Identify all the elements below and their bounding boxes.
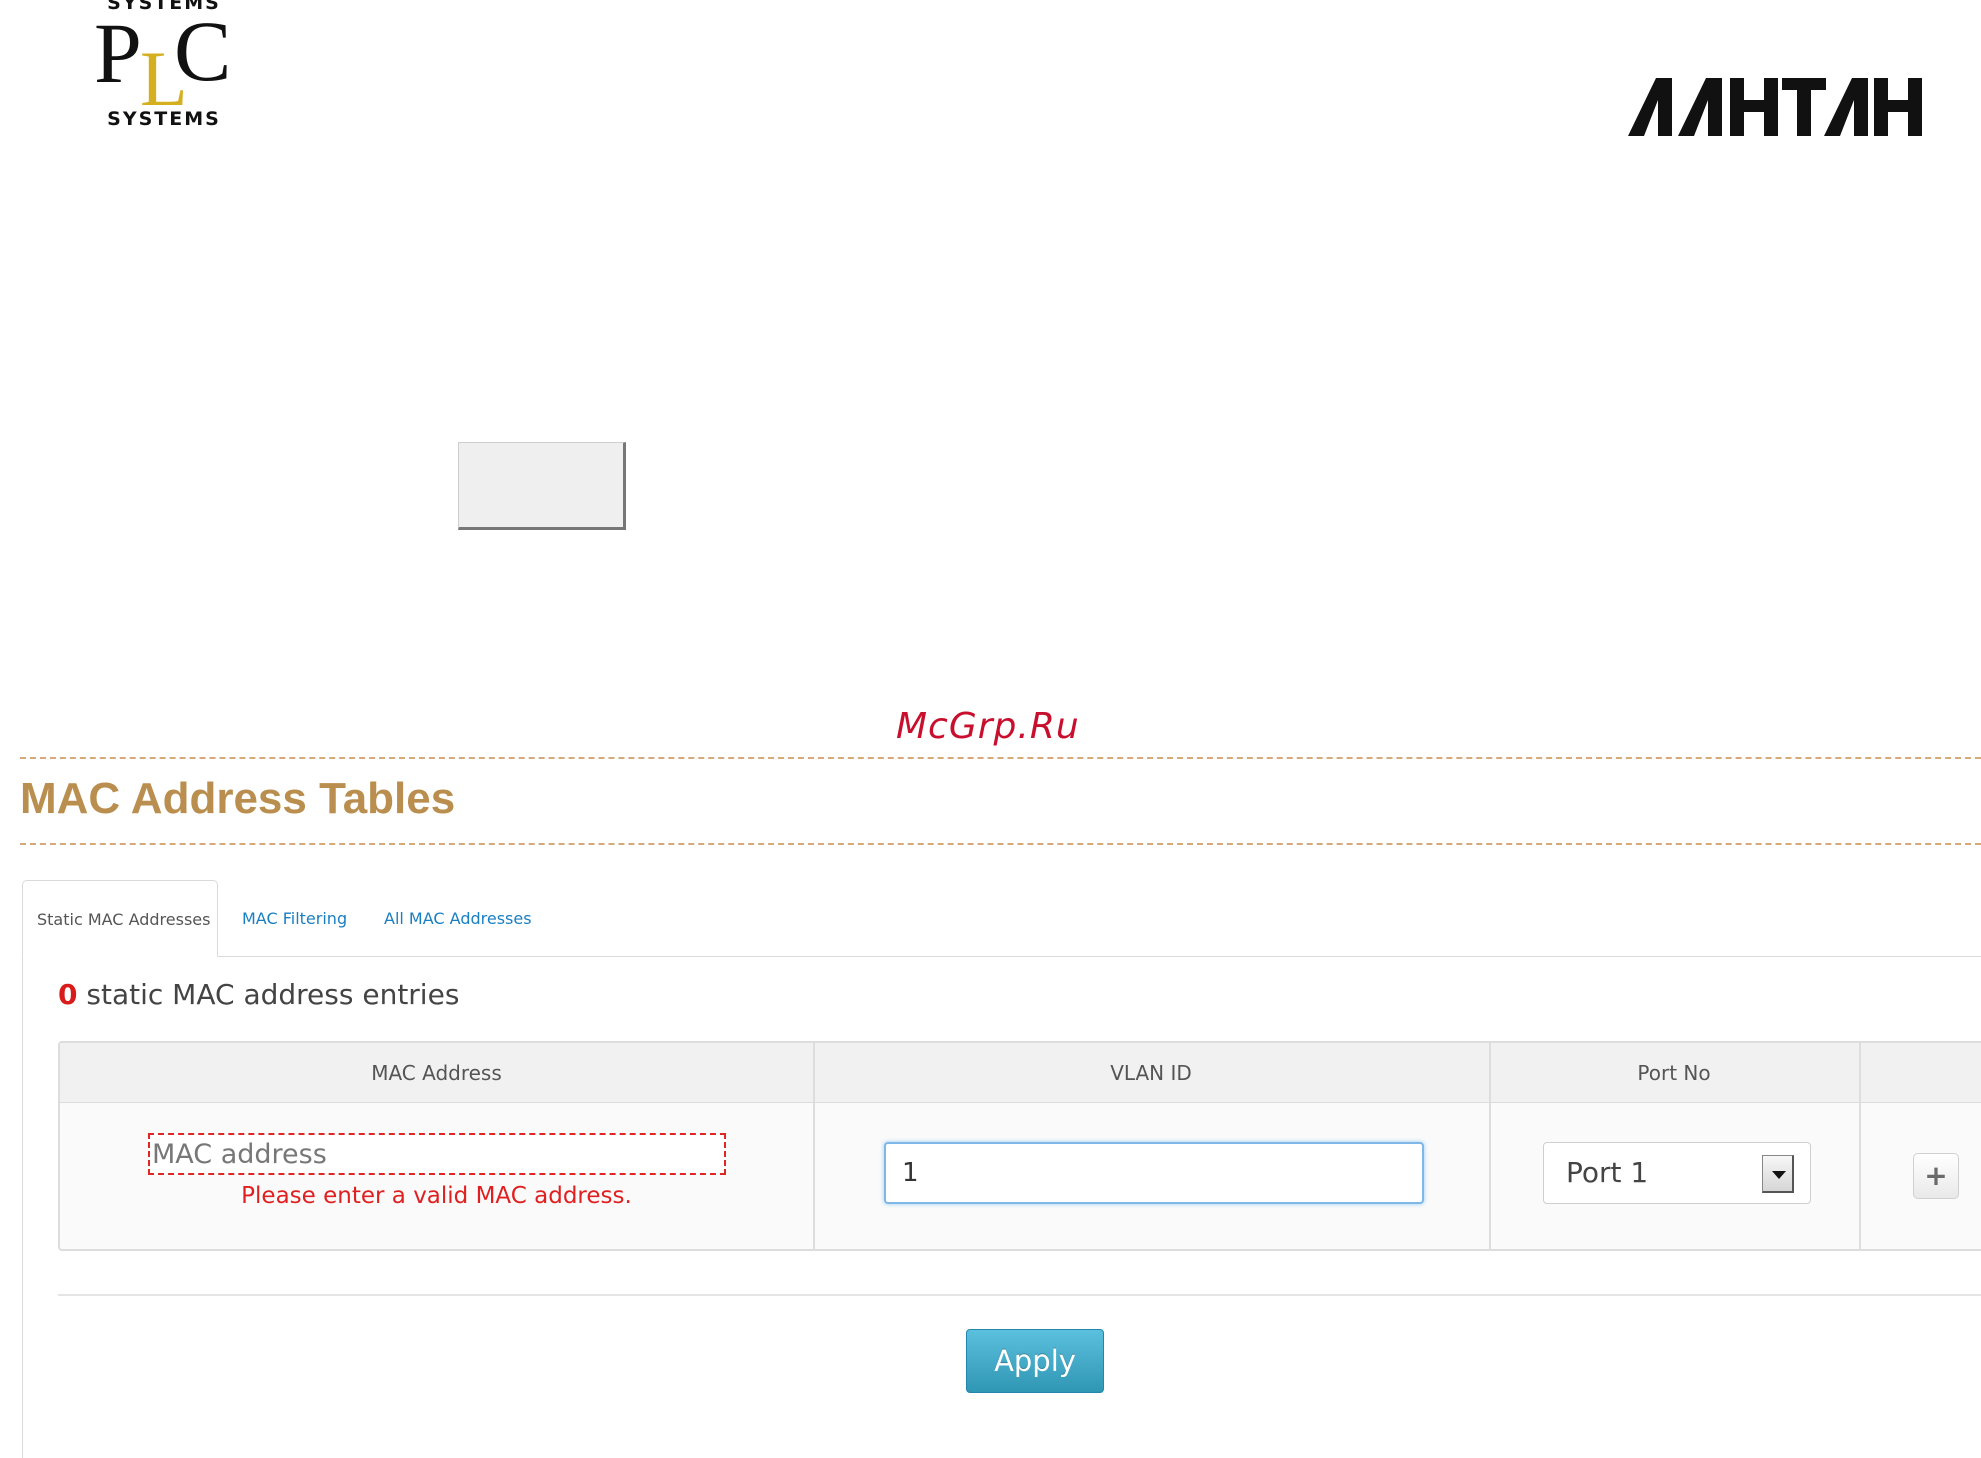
column-divider — [813, 1043, 815, 1251]
plc-systems-logo: SYSTEMS P L C SYSTEMS — [94, 0, 234, 138]
entries-summary-text: static MAC address entries — [86, 978, 460, 1011]
tab-static-mac-addresses[interactable]: Static MAC Addresses — [22, 880, 218, 957]
mac-address-error: Please enter a valid MAC address. — [241, 1183, 632, 1209]
page-title: MAC Address Tables — [20, 774, 456, 823]
vlan-id-input[interactable] — [884, 1142, 1424, 1204]
logo-letter-c: C — [174, 3, 232, 99]
tab-all-mac-addresses[interactable]: All MAC Addresses — [370, 880, 546, 957]
tab-mac-filtering[interactable]: MAC Filtering — [228, 880, 361, 957]
column-divider — [1489, 1043, 1491, 1251]
mac-address-input[interactable] — [148, 1133, 726, 1175]
add-entry-button[interactable]: + — [1913, 1153, 1959, 1199]
lantan-logo — [1628, 78, 1922, 136]
panel-border — [22, 956, 23, 1458]
logo-letter-p: P — [94, 5, 142, 101]
form-divider — [58, 1294, 1981, 1296]
column-divider — [1859, 1043, 1861, 1251]
heading-divider-top — [20, 757, 1981, 759]
table-header: MAC Address VLAN ID Port No — [60, 1043, 1981, 1103]
apply-button[interactable]: Apply — [966, 1329, 1104, 1393]
logo-bottom-text: SYSTEMS — [107, 108, 221, 130]
port-select-value: Port 1 — [1566, 1156, 1649, 1189]
watermark: McGrp.Ru — [896, 706, 1080, 747]
chevron-down-icon[interactable] — [1762, 1155, 1794, 1193]
header-port-no: Port No — [1637, 1061, 1711, 1085]
header-vlan-id: VLAN ID — [1110, 1061, 1192, 1085]
logo-letters: P L C — [94, 3, 234, 118]
entries-summary: 0 static MAC address entries — [58, 978, 459, 1011]
static-mac-table: MAC Address VLAN ID Port No Please enter… — [58, 1041, 1981, 1251]
port-select[interactable]: Port 1 — [1543, 1142, 1811, 1204]
header-mac-address: MAC Address — [371, 1061, 502, 1085]
heading-divider-bottom — [20, 843, 1981, 845]
entries-count: 0 — [58, 978, 78, 1011]
blank-button[interactable] — [458, 442, 626, 530]
